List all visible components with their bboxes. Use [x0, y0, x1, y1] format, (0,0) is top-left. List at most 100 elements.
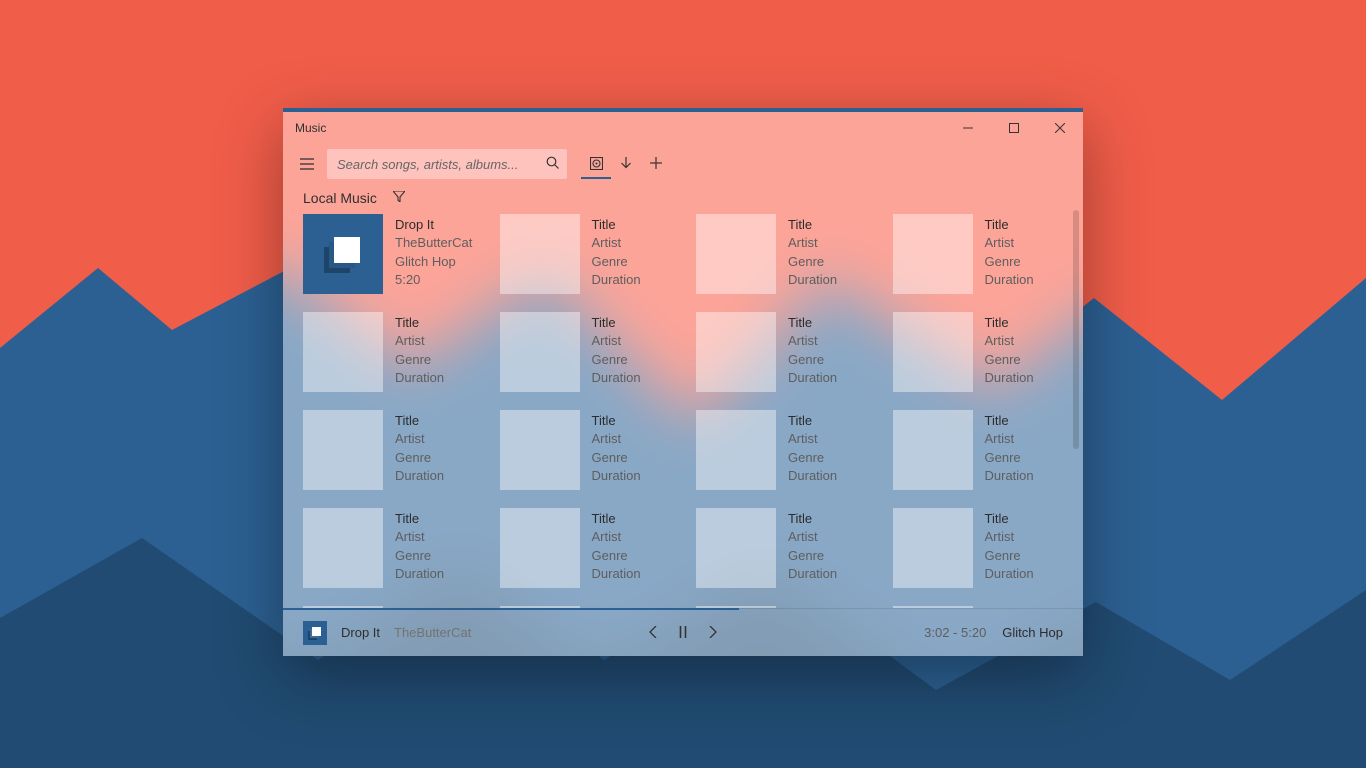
album-art-placeholder: [303, 508, 383, 588]
pause-button[interactable]: [678, 625, 688, 641]
now-playing-art[interactable]: [303, 621, 327, 645]
download-button[interactable]: [611, 149, 641, 179]
track-meta: TitleArtistGenreDuration: [592, 410, 641, 492]
track-title: Title: [788, 412, 837, 430]
track-meta: TitleArtistGenreDuration: [788, 312, 837, 394]
track-meta: TitleArtistGenreDuration: [985, 214, 1034, 296]
scrollbar-thumb[interactable]: [1073, 210, 1079, 449]
maximize-button[interactable]: [991, 112, 1037, 144]
track-artist: Artist: [395, 430, 444, 448]
track-meta: TitleArtistGenreDuration: [985, 508, 1034, 590]
section-header: Local Music: [283, 184, 1083, 210]
track-genre: Genre: [788, 253, 837, 271]
track-title: Title: [592, 216, 641, 234]
album-art-placeholder: [303, 410, 383, 490]
track-artist: Artist: [592, 234, 641, 252]
album-art-placeholder: [893, 410, 973, 490]
track-duration: 5:20: [395, 271, 472, 289]
track-title: Title: [592, 314, 641, 332]
track-card[interactable]: TitleArtistGenreDuration: [893, 508, 1072, 590]
track-genre: Genre: [985, 351, 1034, 369]
track-card[interactable]: TitleArtistGenreDuration: [696, 410, 875, 492]
previous-button[interactable]: [648, 625, 658, 641]
album-art-placeholder: [696, 508, 776, 588]
music-app-window: Music: [283, 108, 1083, 656]
track-duration: Duration: [592, 271, 641, 289]
track-card[interactable]: TitleArtistGenreDuration: [696, 214, 875, 296]
album-art-placeholder: [500, 214, 580, 294]
track-meta: TitleArtistGenreDuration: [592, 312, 641, 394]
track-card[interactable]: TitleArtistGenreDuration: [500, 214, 679, 296]
track-artist: Artist: [592, 528, 641, 546]
track-title: Title: [395, 314, 444, 332]
add-button[interactable]: [641, 149, 671, 179]
filter-icon[interactable]: [393, 191, 405, 205]
track-artist: Artist: [788, 332, 837, 350]
album-art-placeholder: [303, 312, 383, 392]
playback-controls: [648, 625, 718, 641]
menu-button[interactable]: [293, 150, 321, 178]
track-title: Title: [395, 412, 444, 430]
track-genre: Genre: [592, 253, 641, 271]
now-playing-title: Drop It: [341, 625, 380, 640]
track-card[interactable]: TitleArtistGenreDuration: [500, 508, 679, 590]
search-icon[interactable]: [546, 156, 559, 172]
track-card[interactable]: TitleArtistGenreDuration: [893, 214, 1072, 296]
track-meta: TitleArtistGenreDuration: [985, 410, 1034, 492]
track-artist: Artist: [985, 332, 1034, 350]
track-title: Title: [985, 216, 1034, 234]
track-genre: Genre: [788, 547, 837, 565]
track-meta: TitleArtistGenreDuration: [592, 214, 641, 296]
track-card[interactable]: TitleArtistGenreDuration: [500, 312, 679, 394]
toolbar: [283, 144, 1083, 184]
album-art-placeholder: [696, 312, 776, 392]
track-duration: Duration: [985, 467, 1034, 485]
album-art-placeholder: [893, 214, 973, 294]
view-tools: [581, 149, 671, 179]
search-box[interactable]: [327, 149, 567, 179]
albums-view-button[interactable]: [581, 149, 611, 179]
album-art: [303, 214, 383, 294]
album-art-placeholder: [500, 410, 580, 490]
window-title: Music: [295, 121, 326, 135]
track-card[interactable]: TitleArtistGenreDuration: [303, 508, 482, 590]
track-meta: TitleArtistGenreDuration: [395, 508, 444, 590]
track-duration: Duration: [788, 565, 837, 583]
now-playing-artist: TheButterCat: [394, 625, 471, 640]
track-card[interactable]: TitleArtistGenreDuration: [303, 312, 482, 394]
track-artist: Artist: [788, 234, 837, 252]
album-art-placeholder: [893, 508, 973, 588]
track-card[interactable]: TitleArtistGenreDuration: [696, 508, 875, 590]
close-button[interactable]: [1037, 112, 1083, 144]
track-artist: Artist: [395, 332, 444, 350]
track-card[interactable]: TitleArtistGenreDuration: [696, 312, 875, 394]
track-card[interactable]: TitleArtistGenreDuration: [303, 410, 482, 492]
track-duration: Duration: [788, 271, 837, 289]
album-art-placeholder: [500, 312, 580, 392]
track-title: Title: [592, 412, 641, 430]
track-genre: Genre: [592, 351, 641, 369]
track-genre: Glitch Hop: [395, 253, 472, 271]
track-title: Title: [788, 510, 837, 528]
track-genre: Genre: [592, 449, 641, 467]
track-artist: Artist: [985, 430, 1034, 448]
track-card[interactable]: TitleArtistGenreDuration: [893, 312, 1072, 394]
track-genre: Genre: [395, 547, 444, 565]
minimize-button[interactable]: [945, 112, 991, 144]
track-title: Title: [395, 510, 444, 528]
track-title: Title: [985, 412, 1034, 430]
track-genre: Genre: [592, 547, 641, 565]
track-duration: Duration: [592, 369, 641, 387]
search-input[interactable]: [337, 157, 537, 172]
track-card[interactable]: TitleArtistGenreDuration: [500, 410, 679, 492]
time-label: 3:02 - 5:20: [924, 625, 986, 640]
track-duration: Duration: [788, 369, 837, 387]
track-card[interactable]: TitleArtistGenreDuration: [893, 410, 1072, 492]
section-label: Local Music: [303, 190, 377, 206]
scrollbar[interactable]: [1073, 210, 1079, 608]
track-title: Title: [985, 510, 1034, 528]
progress-bar[interactable]: [283, 608, 739, 610]
track-card[interactable]: Drop ItTheButterCatGlitch Hop5:20: [303, 214, 482, 296]
track-meta: TitleArtistGenreDuration: [788, 214, 837, 296]
next-button[interactable]: [708, 625, 718, 641]
